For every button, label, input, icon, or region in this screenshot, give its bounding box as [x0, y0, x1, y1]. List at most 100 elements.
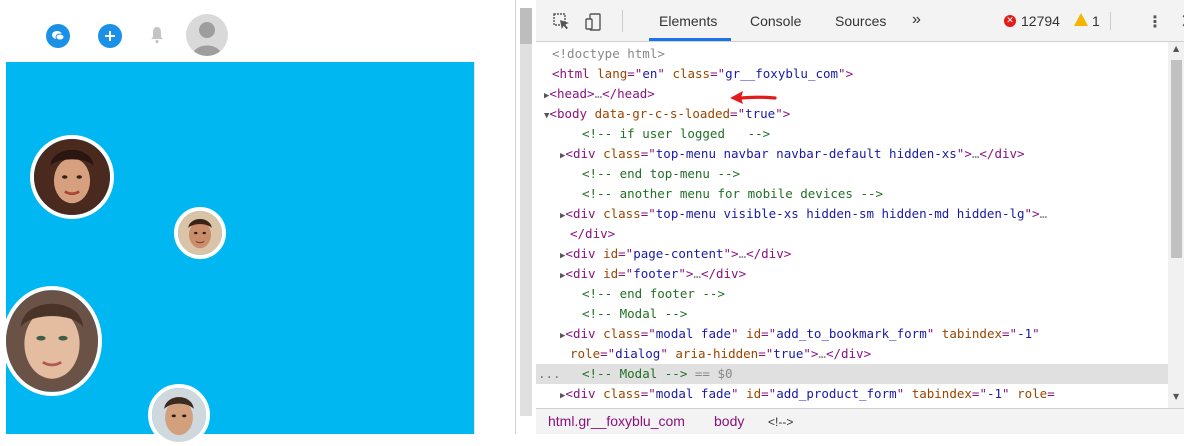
- dom-token: class: [672, 66, 711, 81]
- dom-token: en: [642, 66, 658, 81]
- error-icon[interactable]: ✕: [1004, 15, 1016, 27]
- dom-token: …: [818, 346, 826, 361]
- device-toolbar-icon[interactable]: [584, 12, 604, 32]
- dom-token: ">: [838, 66, 854, 81]
- dom-token: ">: [678, 266, 694, 281]
- dom-token: =": [640, 206, 656, 221]
- dom-token: ": [731, 326, 747, 341]
- dom-token: ">: [803, 346, 819, 361]
- dom-token: =": [710, 66, 726, 81]
- dom-token: <!-- end footer -->: [582, 286, 725, 301]
- dom-token: <!-- Modal -->: [582, 306, 688, 321]
- dom-token: ">: [956, 146, 972, 161]
- dom-node-line[interactable]: <!-- end top-menu -->: [536, 164, 1168, 184]
- dom-token: class: [603, 206, 641, 221]
- dom-token: data-gr-c-s-loaded: [594, 106, 731, 121]
- tab-sources[interactable]: Sources: [835, 13, 886, 29]
- warning-count[interactable]: 1: [1092, 13, 1100, 29]
- dom-node-line[interactable]: ▶<div id="page-content">…</div>: [536, 244, 1168, 264]
- dom-token: <!-- end top-menu -->: [582, 166, 741, 181]
- breadcrumb-html[interactable]: html.gr__foxyblu_com: [548, 413, 685, 429]
- dom-token: <!-- another menu for mobile devices -->: [582, 186, 884, 201]
- dom-token: =": [640, 146, 656, 161]
- dom-token: <div: [565, 326, 604, 341]
- dom-token: add_to_bookmark_form: [776, 326, 927, 341]
- dom-node-line[interactable]: ▼<body data-gr-c-s-loaded="true">: [536, 104, 1168, 124]
- dom-token: -1: [986, 386, 1003, 401]
- red-arrow-annotation-icon: [730, 91, 777, 104]
- face-man-2[interactable]: [148, 384, 210, 446]
- face-woman-1[interactable]: [30, 135, 114, 219]
- scroll-down-arrow-icon[interactable]: ▼: [1173, 392, 1179, 401]
- dom-tree-scroll-thumb[interactable]: [1171, 60, 1182, 258]
- selected-line-marker[interactable]: ...: [538, 364, 561, 384]
- dom-node-line[interactable]: <html lang="en" class="gr__foxyblu_com">: [536, 64, 1168, 84]
- plus-icon[interactable]: [98, 24, 122, 48]
- dom-token: =: [1047, 386, 1055, 401]
- dom-token: add_product_form: [776, 386, 897, 401]
- chat-icon[interactable]: [46, 24, 70, 48]
- bell-icon[interactable]: [150, 26, 164, 44]
- dom-token: ">: [1024, 206, 1040, 221]
- face-woman-2[interactable]: [2, 286, 102, 396]
- breadcrumb-body[interactable]: body: [714, 413, 744, 429]
- dom-node-line[interactable]: <!-- another menu for mobile devices -->: [536, 184, 1168, 204]
- dom-node-line[interactable]: ▶<head>…</head>: [536, 84, 1168, 104]
- warning-icon[interactable]: [1074, 13, 1088, 26]
- dom-token: =": [971, 386, 987, 401]
- splitter-handle[interactable]: [520, 8, 532, 44]
- dom-node-line[interactable]: ▶<div id="footer">…</div>: [536, 264, 1168, 284]
- tab-elements[interactable]: Elements: [659, 13, 717, 29]
- dom-node-line[interactable]: <!-- end footer -->: [536, 284, 1168, 304]
- dom-token: dialog: [615, 346, 661, 361]
- dom-token: ": [1032, 326, 1040, 341]
- dom-token: tabindex: [911, 386, 972, 401]
- dom-token: ": [731, 386, 747, 401]
- dom-node-line[interactable]: role="dialog" aria-hidden="true">…</div>: [536, 344, 1168, 364]
- devtools-menu-icon[interactable]: ⋮: [1147, 12, 1163, 31]
- breadcrumb-comment[interactable]: <!-->: [768, 415, 793, 429]
- dom-token: <!-- Modal -->: [582, 366, 688, 381]
- error-count[interactable]: 12794: [1021, 13, 1060, 29]
- dom-token: ": [1002, 386, 1018, 401]
- avatar[interactable]: [186, 14, 228, 56]
- more-tabs-button[interactable]: »: [912, 11, 921, 29]
- dom-node-line[interactable]: </div>: [536, 224, 1168, 244]
- bubble-canvas: [2, 62, 474, 446]
- selected-dom-node[interactable]: ... <!-- Modal --> == $0: [536, 364, 1168, 384]
- dom-node-line[interactable]: ▶<div class="modal fade" id="add_to_book…: [536, 324, 1168, 344]
- dom-token: …: [693, 266, 701, 281]
- dom-token: true: [773, 346, 804, 361]
- dom-token: </head>: [602, 86, 655, 101]
- dom-token: =": [627, 66, 643, 81]
- dom-token: =": [640, 326, 656, 341]
- tab-console[interactable]: Console: [750, 13, 801, 29]
- scroll-up-arrow-icon[interactable]: ▲: [1173, 44, 1179, 53]
- dom-token: == $0: [687, 366, 733, 381]
- dom-tree[interactable]: <!doctype html> <html lang="en" class="gr…: [536, 42, 1168, 408]
- dom-token: <div: [565, 146, 604, 161]
- face-man-1[interactable]: [174, 207, 226, 259]
- dom-node-line[interactable]: ▶<div class="top-menu visible-xs hidden-…: [536, 204, 1168, 224]
- dom-token: class: [603, 326, 641, 341]
- dom-token: role: [570, 346, 601, 361]
- dom-node-line[interactable]: <!-- Modal -->: [536, 304, 1168, 324]
- dom-token: ": [896, 386, 912, 401]
- dom-node-line[interactable]: ▶<div class="top-menu navbar navbar-defa…: [536, 144, 1168, 164]
- splitter-track[interactable]: [520, 8, 532, 416]
- dom-token: …: [594, 86, 603, 101]
- toolbar-divider: [1110, 12, 1111, 30]
- dom-token: id: [746, 326, 762, 341]
- dom-node-line[interactable]: <!doctype html>: [536, 44, 1168, 64]
- dom-token: =": [730, 106, 746, 121]
- dom-token: </div>: [825, 346, 872, 361]
- dom-token: ": [660, 346, 676, 361]
- dom-node-line[interactable]: ▶<div class="modal fade" id="add_product…: [536, 384, 1168, 404]
- dom-token: =": [618, 266, 634, 281]
- dom-node-line[interactable]: <!-- if user logged -->: [536, 124, 1168, 144]
- dom-token: </div>: [570, 226, 616, 241]
- close-icon[interactable]: ✕: [1180, 9, 1184, 33]
- inspect-element-icon[interactable]: [552, 12, 572, 32]
- dom-token: =": [758, 346, 774, 361]
- dom-token: class: [603, 386, 641, 401]
